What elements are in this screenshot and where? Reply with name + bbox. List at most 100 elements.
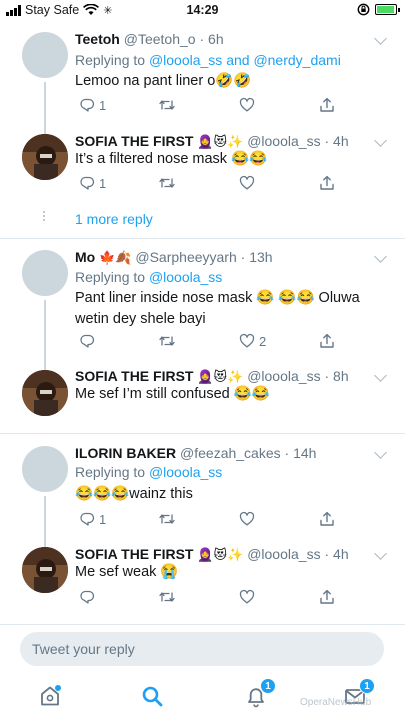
share-icon — [320, 589, 334, 604]
retweet-button[interactable] — [159, 332, 179, 350]
tweet-header: SOFIA THE FIRST 🧕😻✨ @looola_ss · 4h — [75, 546, 349, 563]
name-emoji: 🧕😻✨ — [197, 135, 244, 150]
reply-button[interactable]: 1 — [79, 510, 106, 528]
tweet-actions: 1 — [75, 96, 345, 114]
chevron-down-icon[interactable] — [374, 446, 387, 459]
search-icon — [142, 686, 163, 707]
tweet-header: SOFIA THE FIRST 🧕😻✨ @looola_ss · 8h — [75, 368, 349, 385]
reply-icon — [80, 334, 95, 348]
clock: 14:29 — [186, 3, 219, 17]
display-name[interactable]: SOFIA THE FIRST — [75, 546, 193, 562]
reply-count: 1 — [99, 175, 107, 191]
chevron-down-icon[interactable] — [374, 32, 387, 45]
more-replies-link[interactable]: 1 more reply — [75, 211, 153, 227]
share-icon — [320, 97, 334, 112]
reply-compose-input[interactable]: Tweet your reply — [20, 632, 384, 666]
share-button[interactable] — [319, 588, 335, 606]
more-replies-dots — [42, 211, 46, 223]
mention-link[interactable]: @looola_ss — [149, 464, 222, 480]
handle: @looola_ss — [247, 368, 321, 384]
retweet-icon — [159, 100, 175, 110]
heart-icon — [239, 333, 255, 348]
avatar[interactable] — [22, 134, 68, 180]
replying-to: Replying to @looola_ss — [75, 269, 223, 285]
heart-icon — [239, 175, 255, 190]
like-button[interactable] — [239, 510, 259, 528]
tweet-text: Pant liner inside nose mask 😂 😂😂 Oluwa w… — [75, 290, 360, 327]
share-button[interactable] — [319, 96, 335, 114]
like-button[interactable] — [239, 96, 259, 114]
thread-line — [44, 538, 46, 547]
tweet-text: Me sef I’m still confused 😂😂 — [75, 386, 270, 402]
share-button[interactable] — [319, 174, 335, 192]
status-right — [357, 3, 400, 16]
reply-button[interactable] — [79, 588, 99, 606]
handle: @feezah_cakes — [180, 445, 281, 461]
avatar[interactable] — [22, 32, 68, 78]
tab-search[interactable] — [140, 684, 166, 710]
tab-home[interactable] — [38, 684, 64, 710]
display-name[interactable]: SOFIA THE FIRST — [75, 133, 193, 149]
chevron-down-icon[interactable] — [374, 369, 387, 382]
retweet-button[interactable] — [159, 588, 179, 606]
handle: @Sarpheeyyarh — [135, 249, 237, 265]
tab-notifications[interactable]: 1 — [244, 678, 276, 710]
like-button[interactable]: 2 — [239, 332, 266, 350]
retweet-button[interactable] — [159, 174, 179, 192]
retweet-icon — [159, 178, 175, 188]
replying-to: Replying to @looola_ss — [75, 464, 223, 480]
avatar[interactable] — [22, 446, 68, 492]
name-emoji: 🍁🍂 — [99, 251, 132, 266]
like-button[interactable] — [239, 588, 259, 606]
share-button[interactable] — [319, 332, 335, 350]
notifications-badge: 1 — [260, 678, 276, 694]
tweet-sofia-1[interactable]: SOFIA THE FIRST 🧕😻✨ @looola_ss · 4h It’s… — [0, 124, 405, 202]
avatar[interactable] — [22, 547, 68, 593]
tweet-teetoh[interactable]: Teetoh @Teetoh_o · 6h Replying to @loool… — [0, 22, 405, 142]
share-icon — [320, 511, 334, 526]
tweet-sofia-3[interactable]: SOFIA THE FIRST 🧕😻✨ @looola_ss · 4h Me s… — [0, 538, 405, 622]
chevron-down-icon[interactable] — [374, 250, 387, 263]
display-name[interactable]: Teetoh — [75, 31, 120, 47]
tweet-text: 😂😂😂wainz this — [75, 486, 193, 502]
chevron-down-icon[interactable] — [374, 547, 387, 560]
bottom-tab-bar: 1 1 OperaNewsHub — [0, 672, 405, 720]
display-name[interactable]: SOFIA THE FIRST — [75, 368, 193, 384]
mention-link[interactable]: @looola_ss — [149, 269, 222, 285]
like-button[interactable] — [239, 174, 259, 192]
name-emoji: 🧕😻✨ — [197, 548, 244, 563]
mention-link[interactable]: @looola_ss and @nerdy_dami — [149, 52, 341, 68]
replying-to: Replying to @looola_ss and @nerdy_dami — [75, 52, 341, 68]
display-name[interactable]: Mo — [75, 249, 95, 265]
name-emoji: 🧕😻✨ — [197, 370, 244, 385]
tweet-ilorin-baker[interactable]: ILORIN BAKER @feezah_cakes · 14h Replyin… — [0, 436, 405, 546]
tweet-header: ILORIN BAKER @feezah_cakes · 14h — [75, 445, 317, 461]
tweet-sofia-2[interactable]: SOFIA THE FIRST 🧕😻✨ @looola_ss · 8h Me s… — [0, 360, 405, 434]
tweet-actions: 1 — [75, 174, 345, 192]
tweet-text: Lemoo na pant liner o🤣🤣 — [75, 73, 252, 89]
chevron-down-icon[interactable] — [374, 134, 387, 147]
reply-button[interactable] — [79, 332, 99, 350]
battery-icon — [375, 4, 400, 15]
avatar[interactable] — [22, 370, 68, 416]
handle: @looola_ss — [247, 546, 321, 562]
retweet-icon — [159, 514, 175, 524]
divider — [0, 433, 405, 434]
reply-count: 1 — [99, 97, 107, 113]
heart-icon — [239, 589, 255, 604]
retweet-button[interactable] — [159, 510, 179, 528]
tweet-mo[interactable]: Mo 🍁🍂 @Sarpheeyyarh · 13h Replying to @l… — [0, 240, 405, 360]
avatar[interactable] — [22, 250, 68, 296]
handle: @Teetoh_o — [123, 31, 196, 47]
reply-icon — [80, 98, 95, 112]
display-name[interactable]: ILORIN BAKER — [75, 445, 176, 461]
share-button[interactable] — [319, 510, 335, 528]
tweet-header: SOFIA THE FIRST 🧕😻✨ @looola_ss · 4h — [75, 133, 349, 150]
tweet-actions: 1 — [75, 510, 345, 528]
tweet-text: Me sef weak 😭 — [75, 564, 179, 580]
tweet-header: Teetoh @Teetoh_o · 6h — [75, 31, 224, 47]
reply-button[interactable]: 1 — [79, 174, 106, 192]
retweet-button[interactable] — [159, 96, 179, 114]
messages-badge: 1 — [359, 678, 375, 694]
reply-button[interactable]: 1 — [79, 96, 106, 114]
